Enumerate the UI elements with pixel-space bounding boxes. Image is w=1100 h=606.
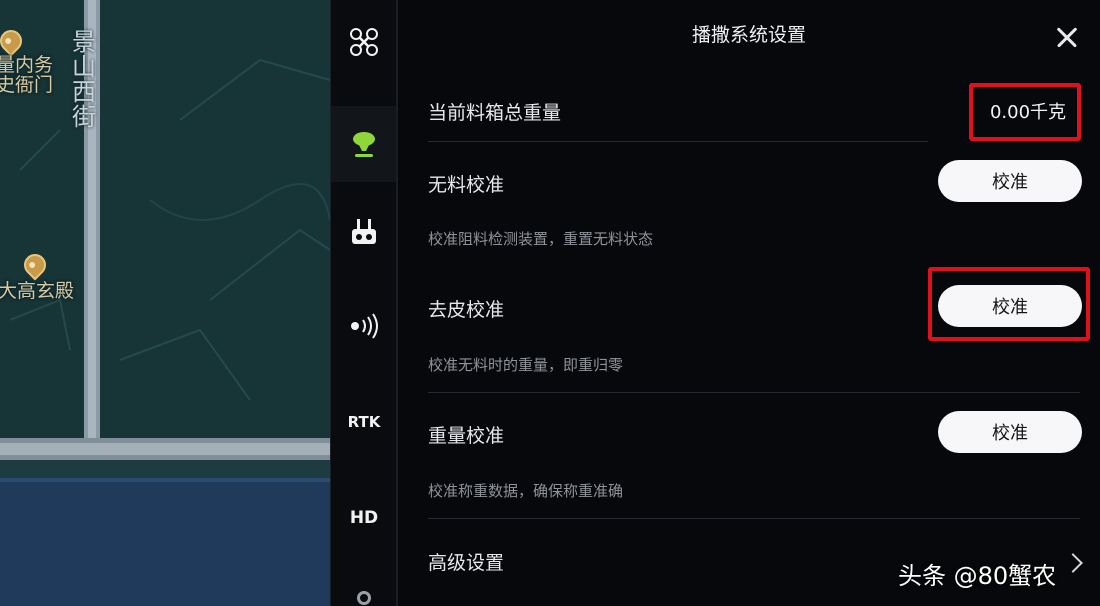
settings-side-rail: RTK HD	[330, 0, 397, 606]
map-poi-label: 量内务	[0, 54, 54, 76]
rail-item-rtk[interactable]: RTK	[331, 392, 397, 452]
row-separator	[428, 141, 928, 142]
map-poi-label: 大高玄殿	[0, 280, 75, 302]
drone-icon	[350, 28, 378, 56]
radar-signal-icon	[351, 313, 378, 339]
empty-calibration-label: 无料校准	[428, 174, 505, 196]
empty-calibration-button[interactable]: 校准	[938, 160, 1082, 202]
rail-item-more[interactable]	[331, 590, 397, 606]
rail-item-drone[interactable]	[331, 12, 397, 72]
tare-calibration-label: 去皮校准	[428, 299, 505, 321]
empty-calibration-desc: 校准阻料检测装置，重置无料状态	[428, 230, 654, 248]
weight-calibration-desc: 校准称重数据，确保称重准确	[428, 482, 624, 500]
tare-calibration-desc: 校准无料时的重量，即重归零	[428, 356, 624, 374]
spreading-system-settings-panel: 播撒系统设置 当前料箱总重量 0.00千克 无料校准 校准 校准阻料检测装置，重…	[398, 0, 1100, 606]
settings-icon	[357, 591, 371, 605]
panel-title: 播撒系统设置	[691, 24, 806, 46]
highlight-box	[928, 267, 1090, 341]
highlight-box	[969, 83, 1081, 141]
map-view[interactable]: 量内务 史衙门 大高玄殿 景山西街	[0, 0, 330, 606]
rail-item-radar[interactable]	[331, 296, 397, 356]
rtk-icon: RTK	[347, 413, 381, 431]
row-separator	[428, 392, 1080, 393]
advanced-settings-item[interactable]: 高级设置	[428, 548, 504, 575]
spreader-icon	[353, 132, 375, 157]
weight-calibration-button[interactable]: 校准	[938, 411, 1082, 453]
watermark: 头条 @80蟹农	[898, 562, 1057, 590]
close-icon[interactable]	[1052, 22, 1082, 52]
rail-item-hd[interactable]: HD	[331, 488, 397, 548]
hd-icon: HD	[349, 508, 379, 528]
remote-controller-icon	[352, 219, 376, 244]
current-weight-label: 当前料箱总重量	[428, 102, 562, 124]
rail-item-spreader[interactable]	[331, 106, 397, 182]
rail-item-remote-controller[interactable]	[331, 202, 397, 262]
row-separator	[428, 518, 1080, 519]
map-poi-label: 史衙门	[0, 74, 54, 96]
weight-calibration-label: 重量校准	[428, 425, 505, 447]
map-street-label: 景山西街	[72, 28, 96, 131]
